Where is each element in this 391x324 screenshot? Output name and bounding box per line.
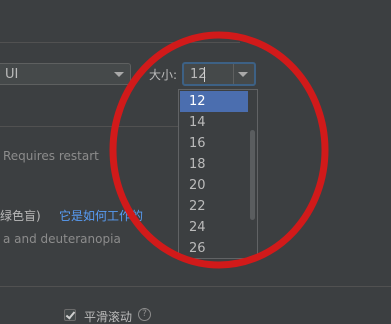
size-option[interactable]: 26 [180, 238, 248, 259]
smooth-scrolling-checkbox[interactable] [64, 309, 76, 321]
size-label: 大小: [149, 68, 178, 82]
size-option[interactable]: 24 [180, 217, 248, 238]
scrollbar-thumb[interactable] [250, 130, 255, 220]
font-combo[interactable]: UI [0, 63, 131, 85]
help-icon[interactable]: ? [138, 308, 151, 321]
font-combo-value: UI [5, 67, 19, 82]
requires-restart-note: Requires restart [3, 149, 99, 163]
text-caret [204, 67, 205, 82]
size-option[interactable]: 18 [180, 154, 248, 175]
size-dropdown-list[interactable]: 12 14 16 18 20 22 24 26 [178, 89, 258, 259]
smooth-scrolling-label[interactable]: 平滑滚动 [84, 308, 132, 324]
size-combo[interactable]: 12 [182, 62, 256, 86]
size-option[interactable]: 22 [180, 196, 248, 217]
how-it-works-link[interactable]: 它是如何工作的 [59, 207, 143, 224]
size-option[interactable]: 16 [180, 133, 248, 154]
combo-divider [233, 64, 234, 84]
size-option[interactable]: 12 [180, 91, 248, 112]
separator [0, 286, 391, 287]
chevron-down-icon[interactable] [238, 72, 248, 77]
size-option[interactable]: 20 [180, 175, 248, 196]
settings-panel: UI 大小: 12 Requires restart 绿色盲) 它是如何工作的 … [0, 0, 391, 324]
check-icon [65, 309, 76, 320]
separator [0, 42, 240, 43]
color-blind-label: 绿色盲) [0, 209, 41, 223]
dropdown-scrollbar[interactable] [249, 90, 257, 258]
separator [0, 126, 178, 127]
color-blind-note: a and deuteranopia [3, 232, 121, 246]
chevron-down-icon [114, 72, 124, 77]
size-option[interactable]: 14 [180, 112, 248, 133]
